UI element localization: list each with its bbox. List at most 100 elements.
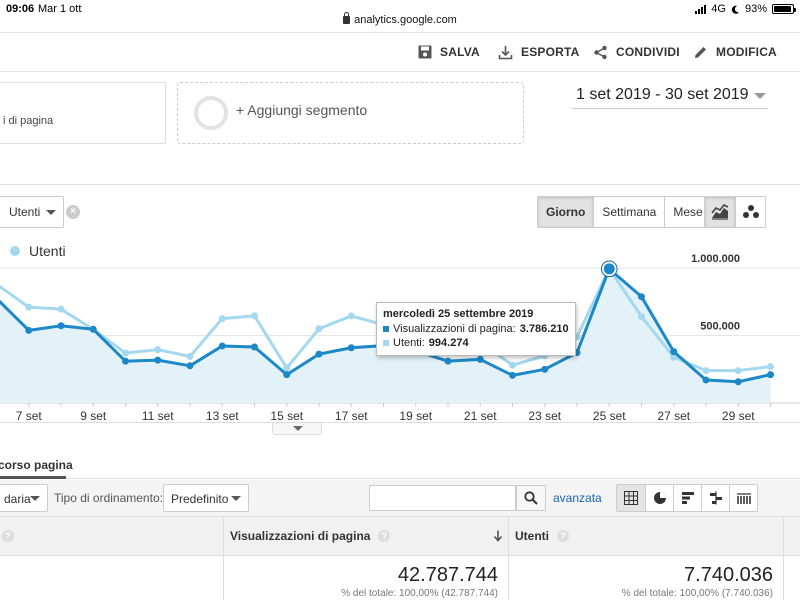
chart-tooltip: mercoledì 25 settembre 2019 Visualizzazi…: [376, 302, 576, 356]
users-data-point: [186, 352, 194, 360]
pageviews-highlight-point: [601, 261, 617, 277]
dimension-header: ?: [0, 517, 14, 555]
users-data-point: [638, 313, 645, 321]
pageviews-data-point: [186, 362, 194, 370]
motion-chart-button[interactable]: [735, 197, 765, 227]
pageviews-data-point: [702, 376, 710, 384]
help-icon[interactable]: ?: [557, 530, 569, 542]
metric-selector[interactable]: Utenti: [0, 196, 64, 228]
tooltip-users-label: Utenti:: [393, 337, 425, 349]
date-range-picker[interactable]: 1 set 2019 - 30 set 2019: [572, 85, 768, 109]
line-chart-icon: [711, 204, 729, 220]
remove-metric-icon[interactable]: ×: [66, 205, 80, 219]
pageviews-data-point: [25, 326, 33, 334]
tooltip-title: mercoledì 25 settembre 2019: [383, 308, 534, 320]
active-tab-underline: [0, 476, 66, 479]
collapse-chart-handle[interactable]: [272, 423, 322, 435]
help-icon[interactable]: ?: [378, 530, 391, 542]
chart-type-toggle: [704, 196, 766, 228]
pageviews-total-percent: % del totale: 100,00% (42.787.744): [341, 588, 498, 599]
save-button[interactable]: SALVA: [418, 33, 480, 71]
x-tick-label: 17 set: [335, 409, 368, 423]
status-bar: 09:06 Mar 1 ott analytics.google.com 4G …: [0, 0, 800, 32]
users-total: 7.740.036: [684, 564, 773, 586]
segment-label: i di pagina: [3, 115, 54, 127]
help-icon[interactable]: ?: [2, 530, 14, 542]
secondary-dimension-value: daria: [4, 492, 31, 506]
pageviews-data-point: [734, 378, 742, 386]
share-button[interactable]: CONDIVIDI: [593, 33, 680, 71]
pageviews-column-header[interactable]: Visualizzazioni di pagina ?: [230, 517, 391, 555]
tooltip-row-pageviews: Visualizzazioni di pagina: 3.786.210: [383, 323, 569, 335]
pageviews-data-point: [347, 344, 355, 352]
users-data-point: [315, 325, 323, 333]
period-week-button[interactable]: Settimana: [593, 197, 665, 227]
period-toggle: Giorno Settimana Mese: [537, 196, 712, 228]
network-type: 4G: [711, 3, 726, 15]
share-icon: [594, 45, 607, 59]
pageviews-total: 42.787.744: [397, 564, 498, 586]
column-divider: [783, 516, 784, 600]
percentage-view-button[interactable]: [645, 485, 673, 511]
search-icon: [524, 491, 538, 505]
comparison-view-button[interactable]: [701, 485, 729, 511]
period-day-button[interactable]: Giorno: [538, 197, 594, 227]
pageviews-data-point: [251, 343, 258, 351]
add-segment-button[interactable]: + Aggiungi segmento: [177, 82, 524, 144]
add-segment-label: + Aggiungi segmento: [236, 102, 368, 118]
chevron-down-icon: [30, 496, 40, 501]
users-header-label: Utenti: [515, 529, 549, 543]
pivot-view-button[interactable]: [729, 485, 757, 511]
x-tick-label: 15 set: [270, 409, 303, 423]
chevron-down-icon: [754, 93, 766, 99]
table-search-input[interactable]: [369, 485, 516, 511]
divider: [0, 184, 800, 185]
empty-segment-circle-icon: [194, 96, 228, 130]
grid-icon: [624, 491, 638, 505]
performance-view-button[interactable]: [673, 485, 701, 511]
pageviews-data-point: [154, 356, 162, 364]
pageviews-data-point: [444, 357, 452, 365]
table-header: ? Visualizzazioni di pagina ? Utenti ?: [0, 516, 800, 556]
pencil-icon: [695, 46, 706, 58]
pageviews-data-point: [283, 371, 291, 379]
sort-type-dropdown[interactable]: Predefinito: [163, 484, 249, 512]
tooltip-pageviews-label: Visualizzazioni di pagina:: [393, 323, 516, 335]
export-button[interactable]: ESPORTA: [498, 33, 580, 71]
bubbles-icon: [742, 205, 759, 218]
pageviews-data-point: [767, 371, 774, 379]
data-view-button[interactable]: [617, 485, 645, 511]
line-chart-button[interactable]: [705, 197, 735, 227]
secondary-dimension-dropdown[interactable]: daria: [0, 484, 48, 512]
address-bar[interactable]: analytics.google.com: [0, 12, 800, 26]
users-data-point: [218, 315, 226, 323]
save-label: SALVA: [440, 45, 480, 59]
tooltip-swatch-pageviews: [383, 326, 389, 332]
sort-type-label: Tipo di ordinamento:: [54, 491, 163, 505]
share-label: CONDIVIDI: [616, 45, 680, 59]
pageviews-header-label: Visualizzazioni di pagina: [230, 529, 371, 543]
search-button[interactable]: [516, 485, 546, 511]
x-tick-label: 11 set: [142, 409, 174, 423]
x-tick-label: 19 set: [399, 409, 432, 423]
tooltip-users-value: 994.274: [428, 337, 469, 349]
pivot-icon: [736, 493, 751, 504]
pageviews-data-point: [541, 365, 549, 373]
x-tick-label: 9 set: [80, 409, 107, 423]
y-tick-label: 500.000: [700, 321, 740, 333]
advanced-filter-link[interactable]: avanzata: [553, 491, 602, 505]
users-data-point: [57, 305, 65, 313]
segment-card[interactable]: i di pagina: [0, 82, 166, 144]
edit-label: MODIFICA: [716, 45, 777, 59]
chevron-down-icon: [46, 210, 56, 215]
edit-button[interactable]: MODIFICA: [693, 33, 777, 71]
battery-level: [774, 6, 791, 12]
tooltip-row-users: Utenti: 994.274: [383, 337, 569, 349]
pie-chart-icon: [653, 492, 666, 504]
lock-icon: [343, 12, 351, 24]
users-total-cell: 7.740.036 % del totale: 100,00% (7.740.0…: [508, 556, 783, 600]
users-data-point: [25, 303, 33, 311]
table-section-title: corso pagina: [0, 458, 73, 472]
users-column-header[interactable]: Utenti ?: [515, 517, 569, 555]
sort-descending-icon[interactable]: [493, 530, 503, 542]
